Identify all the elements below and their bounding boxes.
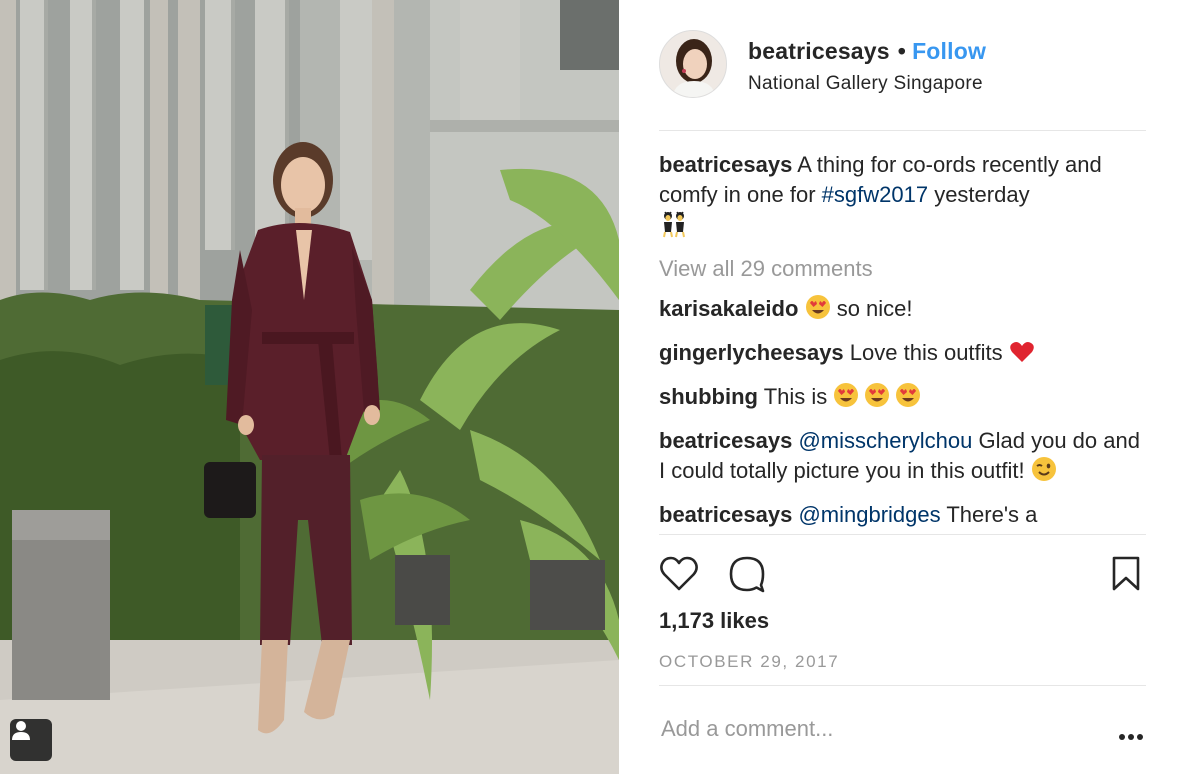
- heart-eyes-emoji-icon: [833, 382, 921, 416]
- header-username[interactable]: beatricesays: [748, 38, 890, 64]
- photo-scene: [0, 0, 619, 774]
- caption-username[interactable]: beatricesays: [659, 152, 792, 177]
- likes-count[interactable]: 1,173 likes: [659, 608, 769, 634]
- post-header: beatricesays • Follow National Gallery Sin…: [659, 30, 1146, 131]
- comment-username[interactable]: karisakaleido: [659, 296, 798, 321]
- comment-item: gingerlycheesays Love this outfits: [659, 338, 1146, 372]
- comment-username[interactable]: shubbing: [659, 384, 758, 409]
- ellipsis-icon: [1119, 734, 1143, 740]
- comments-list[interactable]: beatricesays A thing for co-ords recentl…: [659, 150, 1146, 534]
- red-heart-emoji-icon: [1009, 340, 1035, 372]
- heart-eyes-emoji-icon: [805, 294, 831, 328]
- comment-text: Love this outfits: [849, 340, 1003, 365]
- caption: beatricesays A thing for co-ords recentl…: [659, 150, 1146, 246]
- speech-bubble-icon: [729, 556, 765, 593]
- bookmark-icon: [1112, 556, 1140, 591]
- hashtag-link[interactable]: #sgfw2017: [822, 182, 928, 207]
- comment-button[interactable]: [727, 555, 767, 598]
- comment-item: beatricesays @misscherylchou Glad you do…: [659, 426, 1146, 490]
- location-link[interactable]: National Gallery Singapore: [748, 73, 983, 95]
- heart-icon: [660, 556, 698, 591]
- comment-item: karisakaleido so nice!: [659, 294, 1146, 328]
- user-tag-button[interactable]: [10, 719, 52, 761]
- more-options-button[interactable]: [1118, 728, 1144, 746]
- comment-username[interactable]: gingerlycheesays: [659, 340, 844, 365]
- header-username-line: beatricesays • Follow: [748, 38, 986, 65]
- comment-username[interactable]: beatricesays: [659, 502, 792, 527]
- avatar[interactable]: [659, 30, 727, 98]
- comment-text: so nice!: [836, 296, 913, 321]
- post-photo[interactable]: [0, 0, 619, 774]
- view-all-comments-link[interactable]: View all 29 comments: [659, 254, 1146, 284]
- caption-text-after: yesterday: [934, 182, 1030, 207]
- post-date: OCTOBER 29, 2017: [659, 652, 840, 671]
- save-button[interactable]: [1111, 555, 1141, 598]
- post-details-panel: beatricesays • Follow National Gallery Sin…: [619, 0, 1178, 774]
- post-actions: 1,173 likes OCTOBER 29, 2017: [659, 534, 1146, 686]
- header-separator: •: [897, 38, 907, 64]
- comment-username[interactable]: beatricesays: [659, 428, 792, 453]
- dancers-emoji-icon: [659, 210, 689, 246]
- comment-item: beatricesays @mingbridges There's a: [659, 500, 1146, 530]
- mention-link[interactable]: @mingbridges: [798, 502, 940, 527]
- mention-link[interactable]: @misscherylchou: [798, 428, 972, 453]
- like-button[interactable]: [659, 555, 699, 598]
- comment-text: This is: [763, 384, 828, 409]
- follow-button[interactable]: Follow: [912, 38, 986, 64]
- wink-emoji-icon: [1031, 456, 1057, 490]
- avatar-image: [660, 31, 726, 97]
- user-tag-icon: [12, 721, 30, 740]
- comment-item: shubbing This is: [659, 382, 1146, 416]
- comment-text: There's a: [946, 502, 1038, 527]
- add-comment-input[interactable]: [661, 716, 1081, 742]
